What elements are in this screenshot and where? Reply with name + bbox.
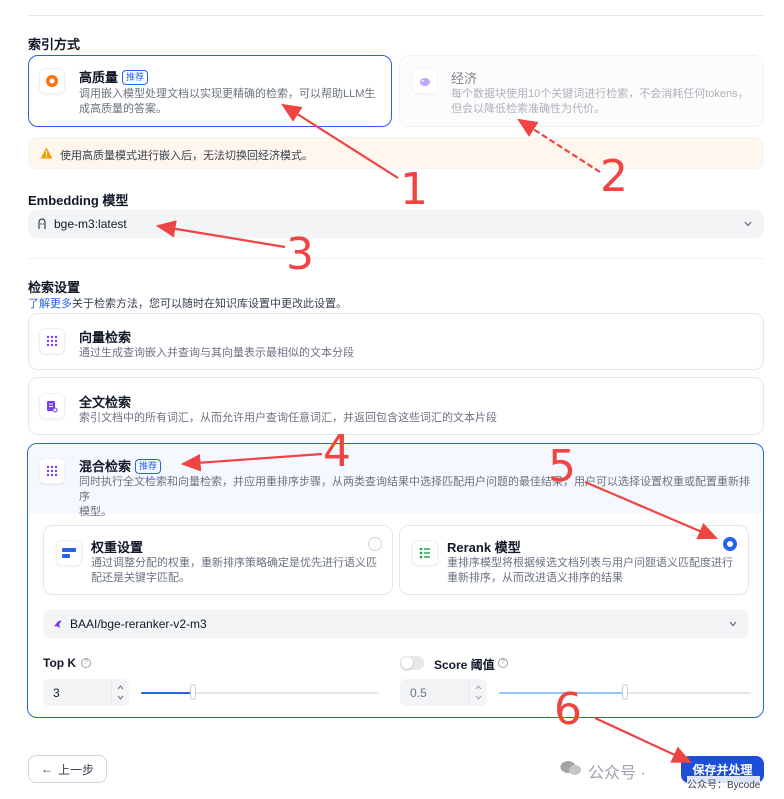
weight-setting-desc: 通过调整分配的权重，重新排序策略确定是优先进行语义匹 配还是关键字匹配。 bbox=[91, 557, 377, 584]
chevron-down-icon bbox=[729, 621, 737, 627]
help-icon: ? bbox=[81, 658, 91, 668]
score-threshold-label: Score 阈值 bbox=[434, 658, 495, 672]
model-provider-icon bbox=[54, 620, 62, 628]
divider bbox=[28, 15, 764, 16]
retrieval-subtitle: 了解更多关于检索方法，您可以随时在知识库设置中更改此设置。 bbox=[28, 298, 347, 310]
rerank-model-select[interactable]: BAAI/bge-reranker-v2-m3 bbox=[43, 610, 749, 638]
economy-label: 经济 bbox=[451, 71, 478, 86]
rerank-model-option[interactable]: Rerank 模型 重排序模型将根据候选文档列表与用户问题语义匹配度进行 重新排序… bbox=[399, 525, 749, 595]
top-k-label: Top K bbox=[43, 656, 77, 670]
economy-option[interactable]: 经济 每个数据块使用10个关键词进行检索，不会消耗任何tokens， 但会以降低检… bbox=[399, 55, 764, 127]
vector-search-desc: 通过生成查询嵌入并查询与其向量表示最相似的文本分段 bbox=[79, 347, 354, 359]
recommended-badge: 推荐 bbox=[135, 459, 162, 474]
top-k-slider-fill bbox=[141, 692, 193, 694]
annotation-arrow-6 bbox=[594, 717, 692, 763]
top-k-value: 3 bbox=[53, 686, 60, 700]
weight-setting-option[interactable]: 权重设置 通过调整分配的权重，重新排序策略确定是优先进行语义匹 配还是关键字匹配。 bbox=[43, 525, 393, 595]
watermark-overlay: 公众号：Bycode bbox=[687, 776, 761, 791]
rerank-model-label: Rerank 模型 bbox=[447, 540, 521, 555]
learn-more-link[interactable]: 了解更多 bbox=[28, 298, 72, 310]
document-search-icon bbox=[39, 393, 65, 419]
ollama-icon bbox=[38, 218, 46, 229]
fulltext-search-option[interactable]: 全文检索 索引文档中的所有词汇，从而允许用户查询任意词汇，并返回包含这些词汇的文… bbox=[28, 377, 764, 435]
high-quality-label: 高质量 推荐 bbox=[79, 67, 149, 86]
chevron-up-icon[interactable] bbox=[475, 685, 482, 690]
chevron-down-icon[interactable] bbox=[117, 695, 124, 700]
score-threshold-input[interactable]: 0.5 bbox=[400, 679, 487, 706]
top-k-slider-thumb[interactable] bbox=[190, 684, 196, 700]
annotation-number-5: 5 bbox=[548, 441, 576, 492]
annotation-number-4: 4 bbox=[323, 426, 351, 477]
high-quality-icon bbox=[39, 68, 65, 94]
chevron-down-icon bbox=[744, 221, 752, 227]
annotation-number-6: 6 bbox=[554, 684, 582, 735]
warning-icon bbox=[40, 147, 53, 159]
economy-desc: 每个数据块使用10个关键词进行检索，不会消耗任何tokens， 但会以降低检索准确… bbox=[451, 88, 749, 115]
rerank-model-value: BAAI/bge-reranker-v2-m3 bbox=[70, 617, 207, 631]
top-k-slider[interactable] bbox=[141, 692, 379, 694]
divider bbox=[28, 258, 764, 259]
grid-dots-icon bbox=[39, 328, 65, 354]
top-k-stepper[interactable] bbox=[111, 679, 130, 706]
fulltext-search-label: 全文检索 bbox=[79, 395, 132, 410]
rerank-model-radio[interactable] bbox=[723, 537, 737, 551]
weight-setting-label: 权重设置 bbox=[91, 540, 144, 555]
annotation-number-1: 1 bbox=[400, 164, 428, 215]
rerank-model-desc: 重排序模型将根据候选文档列表与用户问题语义匹配度进行 重新排序，从而改进语义排序的… bbox=[447, 557, 733, 584]
watermark-text: 公众号 · bbox=[588, 765, 646, 782]
chevron-up-icon[interactable] bbox=[117, 685, 124, 690]
recommended-badge: 推荐 bbox=[122, 70, 149, 85]
help-icon: ? bbox=[498, 658, 508, 668]
weight-setting-radio[interactable] bbox=[368, 537, 382, 551]
retrieval-title: 检索设置 bbox=[28, 280, 81, 295]
embedding-title: Embedding 模型 bbox=[28, 193, 129, 208]
score-threshold-value: 0.5 bbox=[410, 686, 427, 700]
vector-search-option[interactable]: 向量检索 通过生成查询嵌入并查询与其向量表示最相似的文本分段 bbox=[28, 313, 764, 370]
warning-text: 使用高质量模式进行嵌入后，无法切换回经济模式。 bbox=[60, 150, 313, 162]
annotation-number-3: 3 bbox=[286, 229, 314, 280]
hybrid-search-option[interactable]: 混合检索 推荐 同时执行全文检索和向量检索，并应用重排序步骤，从两类查询结果中选择… bbox=[27, 443, 764, 718]
vector-search-label: 向量检索 bbox=[79, 330, 132, 345]
back-button[interactable]: ← 上一步 bbox=[28, 755, 107, 783]
embedding-model-value: bge-m3:latest bbox=[54, 217, 127, 231]
fulltext-search-desc: 索引文档中的所有词汇，从而允许用户查询任意词汇，并返回包含这些词汇的文本片段 bbox=[79, 412, 497, 424]
grid-dots-icon bbox=[39, 458, 65, 484]
annotation-number-2: 2 bbox=[600, 151, 628, 202]
hybrid-search-label: 混合检索 推荐 bbox=[79, 456, 162, 475]
chevron-down-icon[interactable] bbox=[475, 695, 482, 700]
score-slider-thumb[interactable] bbox=[622, 684, 628, 700]
hybrid-search-desc: 同时执行全文检索和向量检索，并应用重排序步骤，从两类查询结果中选择匹配用户问题的… bbox=[79, 476, 750, 518]
high-quality-option[interactable]: 高质量 推荐 调用嵌入模型处理文档以实现更精确的检索，可以帮助LLM生 成高质量的答… bbox=[28, 55, 392, 127]
wechat-icon bbox=[560, 760, 582, 776]
index-mode-title: 索引方式 bbox=[28, 37, 81, 52]
score-stepper[interactable] bbox=[468, 679, 488, 706]
piggy-bank-icon bbox=[412, 68, 438, 94]
embedding-model-select[interactable]: bge-m3:latest bbox=[28, 210, 764, 238]
high-quality-desc: 调用嵌入模型处理文档以实现更精确的检索，可以帮助LLM生 成高质量的答案。 bbox=[79, 88, 376, 115]
rerank-icon bbox=[412, 540, 438, 566]
balance-icon bbox=[56, 540, 82, 566]
toggle-knob bbox=[401, 657, 413, 669]
score-threshold-toggle[interactable] bbox=[400, 656, 424, 670]
warning-banner: 使用高质量模式进行嵌入后，无法切换回经济模式。 bbox=[28, 137, 764, 169]
top-k-input[interactable]: 3 bbox=[43, 679, 129, 706]
arrow-left-icon: ← bbox=[40, 762, 53, 776]
